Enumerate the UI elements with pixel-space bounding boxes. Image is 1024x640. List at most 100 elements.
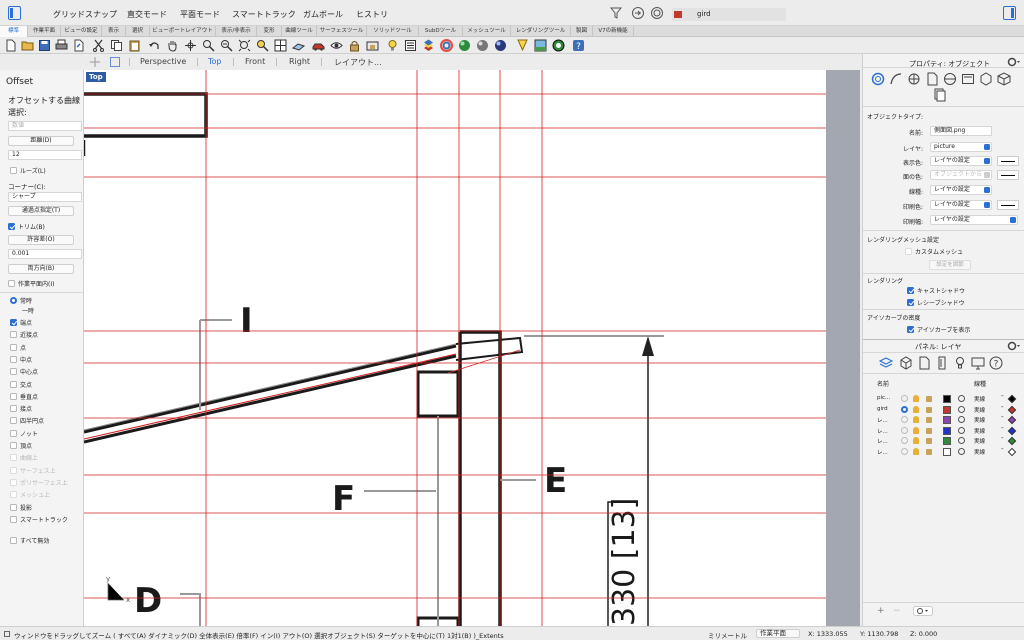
tab-set-view[interactable]: ビューの設定: [61, 26, 102, 37]
tab-surface-tools[interactable]: サーフェスツール: [317, 26, 367, 37]
tolerance-button[interactable]: 許容差(O): [8, 235, 74, 245]
record-icon[interactable]: [650, 6, 664, 22]
receive-shadows-checkbox[interactable]: レシーブシャドウ: [907, 298, 965, 307]
spotlight-icon[interactable]: [516, 39, 529, 52]
undo-icon[interactable]: [148, 39, 161, 52]
tab-mesh-tools[interactable]: メッシュツール: [463, 26, 511, 37]
menu-planar[interactable]: 平面モード: [180, 9, 220, 20]
osnap-5-checkbox[interactable]: 交点: [10, 380, 32, 389]
viewport-tab-right[interactable]: Right: [289, 57, 310, 66]
print-width-select[interactable]: レイヤの設定: [930, 215, 1018, 225]
layer-material-circle-icon[interactable]: [958, 416, 965, 423]
object-props-icon[interactable]: [871, 72, 885, 88]
globe-icon[interactable]: [552, 39, 565, 52]
menu-gumball[interactable]: ガムボール: [303, 9, 343, 20]
cut-icon[interactable]: [92, 39, 105, 52]
material-icon[interactable]: [458, 39, 471, 52]
light-bulb-icon[interactable]: [386, 39, 399, 52]
menu-history[interactable]: ヒストリ: [356, 9, 388, 20]
osnap-checkbox-box[interactable]: [10, 343, 17, 351]
tolerance-field[interactable]: 0.001: [8, 249, 82, 259]
custom-mesh-checkbox[interactable]: カスタムメッシュ: [905, 247, 963, 256]
layer-linetype-chevron-icon[interactable]: ⌃: [1000, 406, 1005, 412]
cplane-selector[interactable]: 作業平面: [756, 629, 800, 638]
display-color-swatch[interactable]: [997, 156, 1019, 166]
add-layer-button[interactable]: +: [877, 606, 885, 616]
osnap-2-checkbox[interactable]: 点: [10, 343, 26, 352]
print-icon[interactable]: [55, 39, 68, 52]
display-color-select[interactable]: レイヤの設定: [930, 156, 992, 166]
osnap-checkbox-box[interactable]: [10, 380, 17, 388]
trim-checkbox-box[interactable]: [8, 223, 15, 230]
osnap-checkbox-box[interactable]: [10, 503, 17, 511]
layer-lock-icon[interactable]: [926, 417, 932, 423]
curve-props-icon[interactable]: [889, 72, 903, 88]
layer-visible-bulb-icon[interactable]: [913, 395, 919, 402]
layer-select[interactable]: picture: [930, 142, 992, 152]
cast-shadows-checkbox[interactable]: キャストシャドウ: [907, 286, 965, 295]
car-icon[interactable]: [312, 39, 325, 52]
layer-row[interactable]: レ... 実線 ⌃: [863, 436, 1024, 446]
osnap-once-label[interactable]: 一時: [22, 306, 34, 315]
layer-row[interactable]: レ... 実線 ⌃: [863, 415, 1024, 425]
viewport-tab-layout[interactable]: レイアウト...: [334, 57, 382, 68]
tab-subd-tools[interactable]: SubDツール: [419, 26, 463, 37]
layer-visible-bulb-icon[interactable]: [913, 437, 919, 444]
open-file-icon[interactable]: [21, 39, 34, 52]
receive-shadows-box[interactable]: [907, 299, 914, 306]
display-monitor-icon[interactable]: [971, 356, 985, 372]
document-icon[interactable]: [917, 356, 931, 372]
layer-color-swatch[interactable]: [943, 426, 951, 435]
current-layer-radio[interactable]: [901, 405, 908, 413]
layer-visible-bulb-icon[interactable]: [913, 447, 919, 455]
paste-icon[interactable]: [128, 39, 141, 52]
zoom-window-icon[interactable]: [202, 39, 215, 52]
four-views-icon[interactable]: [274, 39, 287, 52]
osnap-checkbox-box[interactable]: [10, 405, 17, 413]
layer-print-color-icon[interactable]: [1007, 436, 1017, 446]
layer-row[interactable]: レ... 実線 ⌃: [863, 426, 1024, 436]
layer-lock-icon[interactable]: [926, 427, 932, 434]
osnap-10-checkbox[interactable]: 頂点: [10, 441, 32, 450]
layer-print-color-icon[interactable]: [1007, 394, 1017, 404]
viewport-name-label[interactable]: Top: [86, 72, 106, 82]
osnap-7-checkbox[interactable]: 接点: [10, 404, 32, 413]
layer-material-circle-icon[interactable]: [958, 437, 965, 444]
linetype-select[interactable]: レイヤの設定: [930, 185, 992, 195]
tab-curve-tools[interactable]: 曲線ツール: [282, 26, 317, 37]
zoom-extents-icon[interactable]: [238, 39, 251, 52]
layer-print-color-icon[interactable]: [1007, 426, 1017, 435]
tab-visibility[interactable]: 表示/非表示: [216, 26, 257, 37]
menu-smart-track[interactable]: スマートトラック: [232, 9, 296, 20]
osnap-1-checkbox[interactable]: 近接点: [10, 330, 38, 339]
loose-checkbox-box[interactable]: [10, 167, 17, 174]
osnap-15-checkbox[interactable]: 投影: [10, 503, 32, 512]
layer-print-color-icon[interactable]: [1007, 405, 1017, 414]
import-icon[interactable]: [72, 39, 85, 52]
layer-visible-bulb-icon[interactable]: [913, 426, 919, 434]
osnap-3-checkbox[interactable]: 中点: [10, 355, 32, 364]
tab-v7-new[interactable]: V7の新機能: [593, 26, 634, 37]
layer-lock-icon[interactable]: [926, 406, 932, 413]
osnap-permanent-radio[interactable]: 常時: [10, 296, 32, 305]
toggle-right-sidebar-icon[interactable]: [1003, 6, 1016, 20]
disable-all-box[interactable]: [10, 537, 17, 544]
pan-hand-icon[interactable]: [166, 39, 179, 52]
tab-drafting[interactable]: 製図: [571, 26, 593, 37]
both-sides-button[interactable]: 両方向(B): [8, 264, 74, 274]
through-point-button[interactable]: 通過点指定(T): [8, 206, 74, 216]
layer-linetype-chevron-icon[interactable]: ⌃: [1000, 427, 1005, 433]
osnap-icon[interactable]: [631, 6, 645, 22]
help-icon[interactable]: ?: [572, 39, 585, 52]
current-layer-radio[interactable]: [901, 426, 908, 434]
tab-solid-tools[interactable]: ソリッドツール: [367, 26, 419, 37]
osnap-6-checkbox[interactable]: 垂直点: [10, 392, 38, 401]
cube-icon[interactable]: [899, 356, 913, 372]
cast-shadows-box[interactable]: [907, 287, 914, 294]
osnap-checkbox-box[interactable]: [10, 355, 17, 363]
layer-linetype-chevron-icon[interactable]: ⌃: [1000, 395, 1005, 401]
layer-linetype-chevron-icon[interactable]: ⌃: [1000, 416, 1005, 422]
layer-row[interactable]: レ... 実線 ⌃: [863, 447, 1024, 457]
new-file-icon[interactable]: [4, 39, 17, 52]
loose-checkbox[interactable]: ルーズ(L): [10, 166, 46, 175]
